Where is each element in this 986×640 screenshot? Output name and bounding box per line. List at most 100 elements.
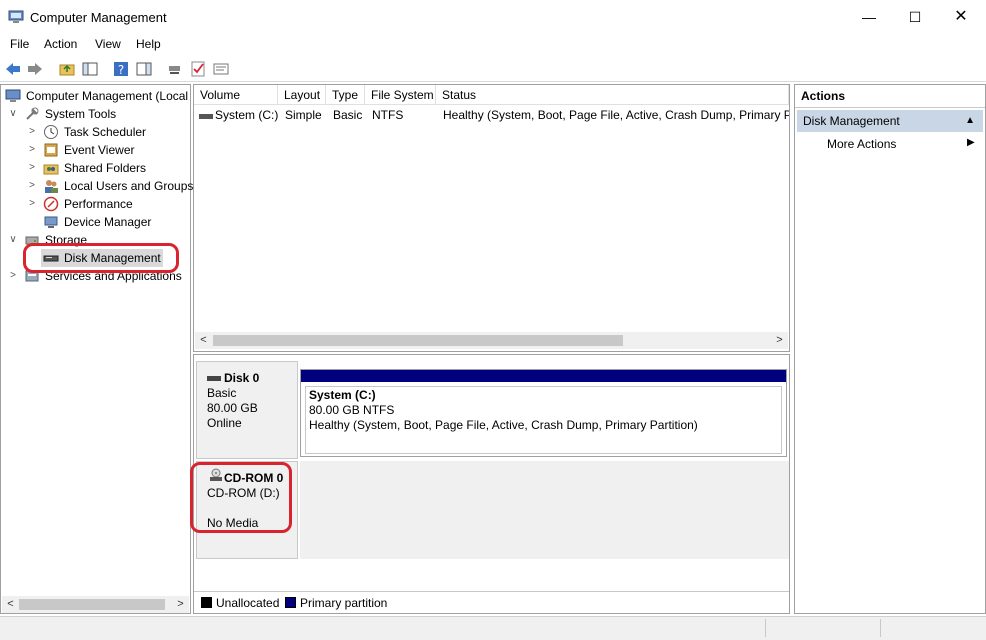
clock-icon	[44, 125, 58, 139]
toolbar: ?	[0, 56, 986, 82]
tree-item-device-manager[interactable]: Device Manager	[1, 213, 190, 231]
menu-action[interactable]: Action	[44, 37, 77, 51]
scroll-right-icon[interactable]: >	[172, 596, 189, 613]
window-title: Computer Management	[30, 10, 167, 25]
unallocated-swatch	[201, 597, 212, 608]
title-bar: Computer Management — ☐ ✕	[0, 0, 986, 34]
column-header-type[interactable]: Type	[326, 85, 365, 105]
tree-item-storage[interactable]: ∨ Storage	[1, 231, 190, 249]
help-icon[interactable]: ?	[112, 60, 130, 78]
scrollbar-thumb[interactable]	[213, 335, 623, 346]
svg-text:?: ?	[118, 63, 124, 77]
column-header-file-system[interactable]: File System	[365, 85, 436, 105]
primary-partition-swatch	[285, 597, 296, 608]
cell-file-system: NTFS	[372, 108, 404, 122]
column-header-status[interactable]: Status	[436, 85, 789, 105]
primary-partition-bar	[301, 370, 786, 382]
tree-item-performance[interactable]: > Performance	[1, 195, 190, 213]
tree-item-shared-folders[interactable]: > Shared Folders	[1, 159, 190, 177]
shared-folder-icon	[43, 164, 59, 175]
partition-system-c[interactable]: System (C:) 80.00 GB NTFS Healthy (Syste…	[300, 369, 787, 457]
expand-arrow-icon[interactable]: ∨	[8, 231, 18, 249]
tree-item-local-users[interactable]: > Local Users and Groups	[1, 177, 193, 195]
cell-layout: Simple	[285, 108, 322, 122]
scrollbar-thumb[interactable]	[19, 599, 165, 610]
maximize-button[interactable]: ☐	[892, 0, 938, 34]
disk-icon	[207, 376, 221, 381]
scroll-left-icon[interactable]: <	[2, 596, 19, 613]
disk-map: Disk 0 Basic 80.00 GB Online System (C:)…	[193, 354, 790, 614]
tools-icon	[26, 107, 39, 120]
volume-horizontal-scrollbar[interactable]: < >	[195, 332, 788, 349]
legend-primary: Primary partition	[300, 596, 388, 610]
back-arrow-icon[interactable]	[4, 60, 22, 78]
column-header-volume[interactable]: Volume	[194, 85, 278, 105]
checklist-icon[interactable]	[189, 60, 207, 78]
menu-help[interactable]: Help	[136, 37, 161, 51]
cell-volume: System (C:)	[215, 108, 279, 122]
tree-horizontal-scrollbar[interactable]: < >	[2, 596, 189, 613]
more-actions-link[interactable]: More Actions	[827, 137, 896, 151]
cdrom-0-label[interactable]: CD-ROM 0 CD-ROM (D:) No Media	[196, 461, 298, 559]
disk-0-label[interactable]: Disk 0 Basic 80.00 GB Online	[196, 361, 298, 459]
expand-arrow-icon[interactable]: >	[8, 267, 18, 285]
computer-management-icon	[5, 89, 21, 102]
submenu-arrow-icon[interactable]: ▶	[967, 137, 975, 148]
show-hide-action-pane-icon[interactable]	[135, 60, 153, 78]
tree-item-task-scheduler[interactable]: > Task Scheduler	[1, 123, 190, 141]
tree-item-root[interactable]: Computer Management (Local	[1, 87, 190, 105]
volume-list: Volume Layout Type File System Status Sy…	[193, 84, 790, 352]
status-bar	[0, 616, 986, 640]
event-viewer-icon	[44, 143, 58, 157]
computer-management-icon	[8, 10, 24, 23]
scroll-right-icon[interactable]: >	[771, 332, 788, 349]
menu-view[interactable]: View	[95, 37, 121, 51]
tree-item-label: Computer Management (Local	[26, 89, 189, 103]
status-divider	[880, 619, 881, 637]
device-manager-icon	[44, 216, 58, 228]
actions-section-disk-management[interactable]: Disk Management ▲	[797, 110, 983, 132]
status-divider	[765, 619, 766, 637]
legend-unallocated: Unallocated	[216, 596, 280, 610]
scroll-left-icon[interactable]: <	[195, 332, 212, 349]
actions-header: Actions	[795, 85, 985, 108]
partition-details: System (C:) 80.00 GB NTFS Healthy (Syste…	[305, 386, 782, 454]
storage-icon	[25, 236, 39, 245]
users-icon	[45, 180, 58, 193]
collapse-caret-icon[interactable]: ▲	[965, 110, 975, 132]
legend: Unallocated Primary partition	[194, 591, 789, 613]
forward-arrow-icon[interactable]	[26, 60, 44, 78]
cell-status: Healthy (System, Boot, Page File, Active…	[443, 108, 789, 122]
properties-icon[interactable]	[212, 60, 230, 78]
console-tree: Computer Management (Local ∨ System Tool…	[0, 84, 193, 614]
tree-item-event-viewer[interactable]: > Event Viewer	[1, 141, 190, 159]
performance-icon	[43, 196, 59, 212]
up-folder-icon[interactable]	[58, 60, 76, 78]
tree-item-system-tools[interactable]: ∨ System Tools	[1, 105, 190, 123]
expand-arrow-icon[interactable]: >	[27, 159, 37, 177]
close-button[interactable]: ✕	[938, 0, 984, 34]
tree-item-services-applications[interactable]: > Services and Applications	[1, 267, 190, 285]
expand-arrow-icon[interactable]: >	[27, 195, 37, 213]
menu-file[interactable]: File	[10, 37, 29, 51]
partition-name: System (C:)	[309, 388, 376, 402]
connect-icon[interactable]	[166, 60, 184, 78]
show-hide-console-tree-icon[interactable]	[81, 60, 99, 78]
partition-status: Healthy (System, Boot, Page File, Active…	[309, 418, 698, 432]
expand-arrow-icon[interactable]: >	[27, 141, 37, 159]
column-header-layout[interactable]: Layout	[278, 85, 326, 105]
tree-item-disk-management[interactable]: Disk Management	[1, 249, 190, 267]
menu-bar: File Action View Help	[0, 34, 986, 54]
expand-arrow-icon[interactable]: >	[27, 177, 37, 195]
services-icon	[25, 270, 39, 282]
expand-arrow-icon[interactable]: ∨	[8, 105, 18, 123]
cd-drive-icon	[210, 468, 222, 481]
actions-pane: Actions Disk Management ▲ More Actions ▶	[794, 84, 986, 614]
expand-arrow-icon[interactable]: >	[27, 123, 37, 141]
cdrom-empty-area	[300, 461, 789, 559]
volume-icon	[199, 114, 213, 119]
partition-size: 80.00 GB NTFS	[309, 403, 395, 417]
minimize-button[interactable]: —	[846, 0, 892, 34]
cell-type: Basic	[333, 108, 363, 122]
disk-drive-icon	[43, 255, 59, 262]
